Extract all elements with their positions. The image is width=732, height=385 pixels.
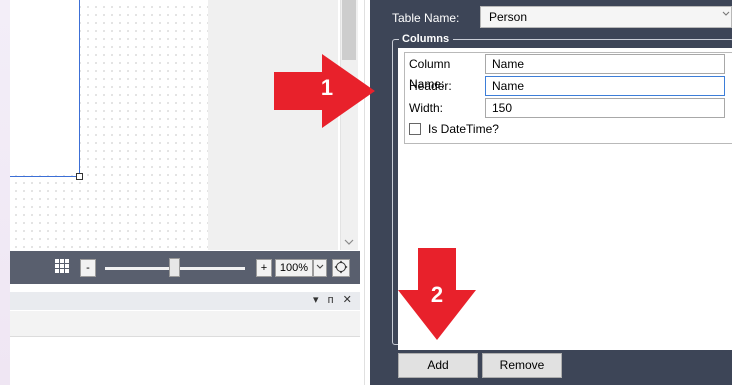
chevron-down-icon[interactable]: [722, 6, 732, 28]
column-name-input[interactable]: Name: [485, 54, 725, 74]
remove-button[interactable]: Remove: [482, 353, 562, 378]
width-input[interactable]: 150: [485, 98, 725, 118]
zoom-slider-thumb[interactable]: [169, 258, 180, 277]
chevron-down-icon[interactable]: [341, 236, 357, 250]
zoom-out-button[interactable]: -: [80, 259, 96, 277]
is-datetime-label[interactable]: Is DateTime?: [428, 119, 548, 139]
chevron-down-icon[interactable]: [313, 259, 327, 277]
is-datetime-checkbox[interactable]: [409, 123, 421, 135]
header-input[interactable]: Name: [485, 76, 725, 96]
bottom-panel-header: [10, 292, 360, 310]
column-name-label: Column Name:: [409, 57, 451, 91]
zoom-level-field[interactable]: 100%: [275, 259, 313, 277]
annotation-number-1: 1: [320, 75, 334, 100]
left-edge-strip: [0, 0, 10, 385]
table-name-select[interactable]: Person: [480, 6, 732, 28]
header-label: Header:: [409, 79, 452, 93]
form-resize-handle[interactable]: [76, 173, 83, 180]
zoom-in-button[interactable]: +: [256, 259, 272, 277]
add-button[interactable]: Add: [398, 353, 478, 378]
annotation-number-2: 2: [430, 282, 444, 307]
panel-window-controls[interactable]: ▾ ᴨ ✕: [313, 293, 361, 309]
table-name-label: Table Name:: [392, 11, 460, 25]
vertical-scrollbar-thumb[interactable]: [342, 0, 356, 60]
form-selection-outline: [10, 0, 80, 177]
width-label: Width:: [409, 101, 444, 115]
zoom-fit-icon[interactable]: [332, 259, 350, 277]
columns-group-title: Columns: [399, 32, 453, 46]
bottom-panel-toolbar: [10, 311, 360, 337]
grid-icon[interactable]: [54, 258, 70, 274]
